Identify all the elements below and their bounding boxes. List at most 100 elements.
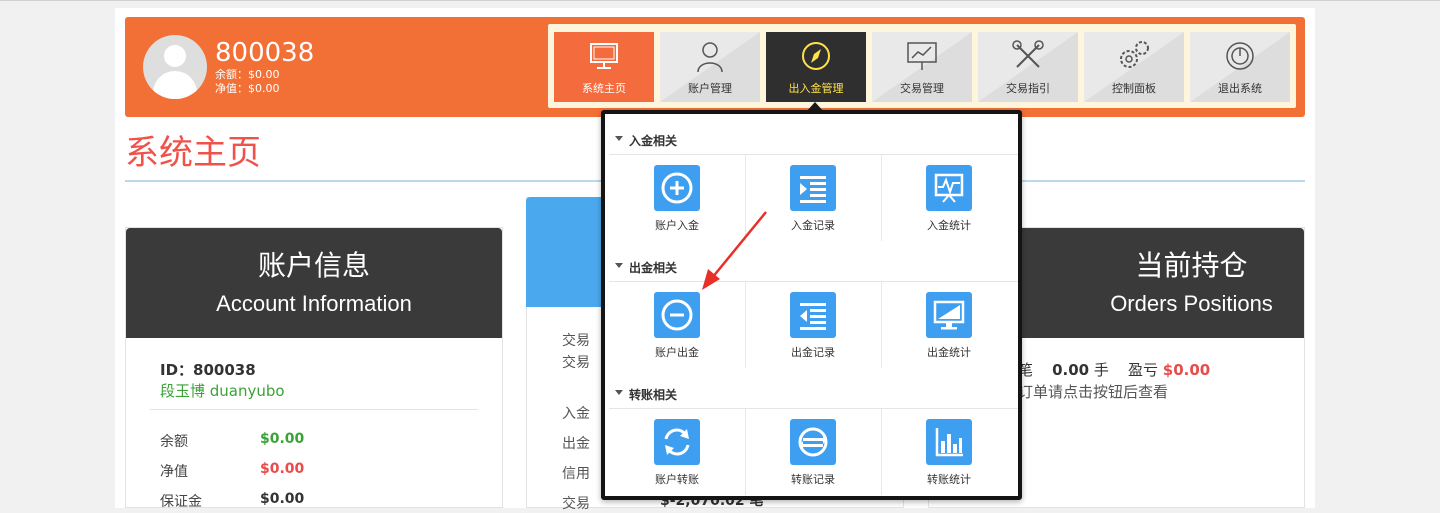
page-title: 系统主页 (125, 133, 261, 173)
account-panel-header: 账户信息 Account Information (126, 228, 502, 338)
pulse-chart-icon (934, 173, 964, 203)
tile-bg (790, 419, 836, 465)
menu-item-label: 出金记录 (791, 346, 835, 359)
orders-summary: 笔 0.00 手 盈亏 $0.00 (1018, 359, 1210, 380)
power-icon (1226, 42, 1254, 70)
refresh-icon (664, 428, 690, 456)
compass-icon (802, 42, 830, 70)
balance-label: 余额 (160, 434, 188, 450)
account-title-zh: 账户信息 (257, 249, 370, 282)
account-id: ID：800038 (160, 361, 256, 379)
section-title: 入金相关 (629, 134, 678, 148)
monitor-icon (933, 300, 965, 330)
nav-control[interactable]: 控制面板 (1084, 32, 1184, 102)
caret-down-icon (615, 263, 623, 268)
top-border (0, 0, 1440, 1)
account-name: 段玉博 duanyubo (160, 382, 285, 400)
menu-item-deposit-stats[interactable]: 入金统计 (881, 155, 1017, 241)
section-title: 转账相关 (629, 388, 678, 402)
account-title-en: Account Information (216, 291, 412, 316)
nav-label: 交易指引 (1006, 82, 1050, 95)
equity-value: $0.00 (260, 461, 305, 477)
avatar-body-icon (153, 71, 197, 99)
nav-label: 出入金管理 (788, 82, 844, 95)
menu-item-deposit-records[interactable]: 入金记录 (745, 155, 881, 241)
transfer-record-icon (798, 427, 828, 457)
section-header-withdraw: 出金相关 (609, 257, 1018, 279)
margin-label: 保证金 (160, 494, 202, 510)
outdent-list-icon (800, 303, 826, 330)
nav-label: 控制面板 (1112, 82, 1156, 95)
menu-item-withdraw[interactable]: 账户出金 (609, 282, 745, 368)
monitor-icon (590, 43, 618, 69)
section-header-deposit: 入金相关 (609, 130, 1018, 152)
caret-down-icon (615, 136, 623, 141)
tile-bg (926, 292, 972, 338)
menu-item-transfer[interactable]: 账户转账 (609, 409, 745, 495)
tile-bg (654, 165, 700, 211)
section-title: 出金相关 (629, 261, 678, 275)
tile-bg (790, 292, 836, 338)
user-id: 800038 (215, 38, 315, 68)
nav-home[interactable]: 系统主页 (554, 32, 654, 102)
menu-item-withdraw-records[interactable]: 出金记录 (745, 282, 881, 368)
menu-item-label: 账户入金 (655, 219, 699, 232)
menu-item-label: 出金统计 (927, 346, 971, 359)
orders-pl-label: 盈亏 (1127, 361, 1158, 379)
account-divider (150, 409, 478, 410)
equity-label: 净值 (160, 464, 188, 480)
middle-line: 出金 (562, 436, 590, 452)
orders-title-en: Orders Positions (1110, 291, 1273, 316)
menu-item-label: 账户转账 (655, 473, 699, 486)
nav-account[interactable]: 账户管理 (660, 32, 760, 102)
middle-line: 交易 (562, 333, 590, 349)
orders-hint: 订单请点击按钮后查看 (1018, 383, 1169, 401)
nav-funds[interactable]: 出入金管理 (766, 32, 866, 102)
nav-label: 退出系统 (1218, 82, 1262, 95)
tile-bg (790, 165, 836, 211)
menu-item-withdraw-stats[interactable]: 出金统计 (881, 282, 1017, 368)
tools-icon (1012, 40, 1044, 68)
middle-line: 交易 (562, 496, 590, 512)
tile-bg (926, 165, 972, 211)
menu-item-label: 入金记录 (791, 219, 835, 232)
orders-lots-unit: 手 (1093, 361, 1109, 379)
orders-lots: 0.00 (1052, 361, 1090, 379)
gears-icon (1120, 41, 1149, 68)
middle-line: 交易 (562, 355, 590, 371)
menu-item-label: 入金统计 (927, 219, 971, 232)
nav-label: 账户管理 (688, 82, 732, 95)
orders-title-zh: 当前持仓 (1135, 249, 1248, 282)
indent-list-icon (800, 176, 826, 203)
caret-down-icon (615, 390, 623, 395)
bar-chart-icon (935, 428, 963, 457)
minus-circle-icon (661, 299, 693, 331)
menu-item-label: 转账统计 (927, 473, 971, 486)
middle-line: 信用 (562, 466, 590, 482)
nav-trade[interactable]: 交易管理 (872, 32, 972, 102)
balance-line: 余额：$0.00 (215, 68, 280, 81)
tile-bg (654, 419, 700, 465)
menu-item-label: 转账记录 (791, 473, 835, 486)
middle-line: 入金 (562, 406, 590, 422)
nav-label: 交易管理 (900, 82, 944, 95)
menu-item-transfer-records[interactable]: 转账记录 (745, 409, 881, 495)
nav-label: 系统主页 (582, 82, 626, 95)
orders-pl-value: $0.00 (1162, 361, 1211, 379)
funds-dropdown-menu: 入金相关 账户入金 入金记录 入金统计 出金相关 账户出金 出金记录 出金统计 … (601, 110, 1022, 500)
avatar[interactable] (143, 35, 207, 99)
avatar-head-icon (164, 45, 186, 67)
equity-line: 净值：$0.00 (215, 82, 280, 95)
section-header-transfer: 转账相关 (609, 384, 1018, 406)
nav-guide[interactable]: 交易指引 (978, 32, 1078, 102)
balance-value: $0.00 (260, 431, 305, 447)
user-icon (697, 42, 723, 73)
margin-value: $0.00 (260, 491, 305, 507)
tile-bg (654, 292, 700, 338)
menu-item-label: 账户出金 (655, 346, 699, 359)
nav-logout[interactable]: 退出系统 (1190, 32, 1290, 102)
plus-circle-icon (661, 172, 693, 204)
menu-item-deposit[interactable]: 账户入金 (609, 155, 745, 241)
tile-bg (926, 419, 972, 465)
menu-item-transfer-stats[interactable]: 转账统计 (881, 409, 1017, 495)
